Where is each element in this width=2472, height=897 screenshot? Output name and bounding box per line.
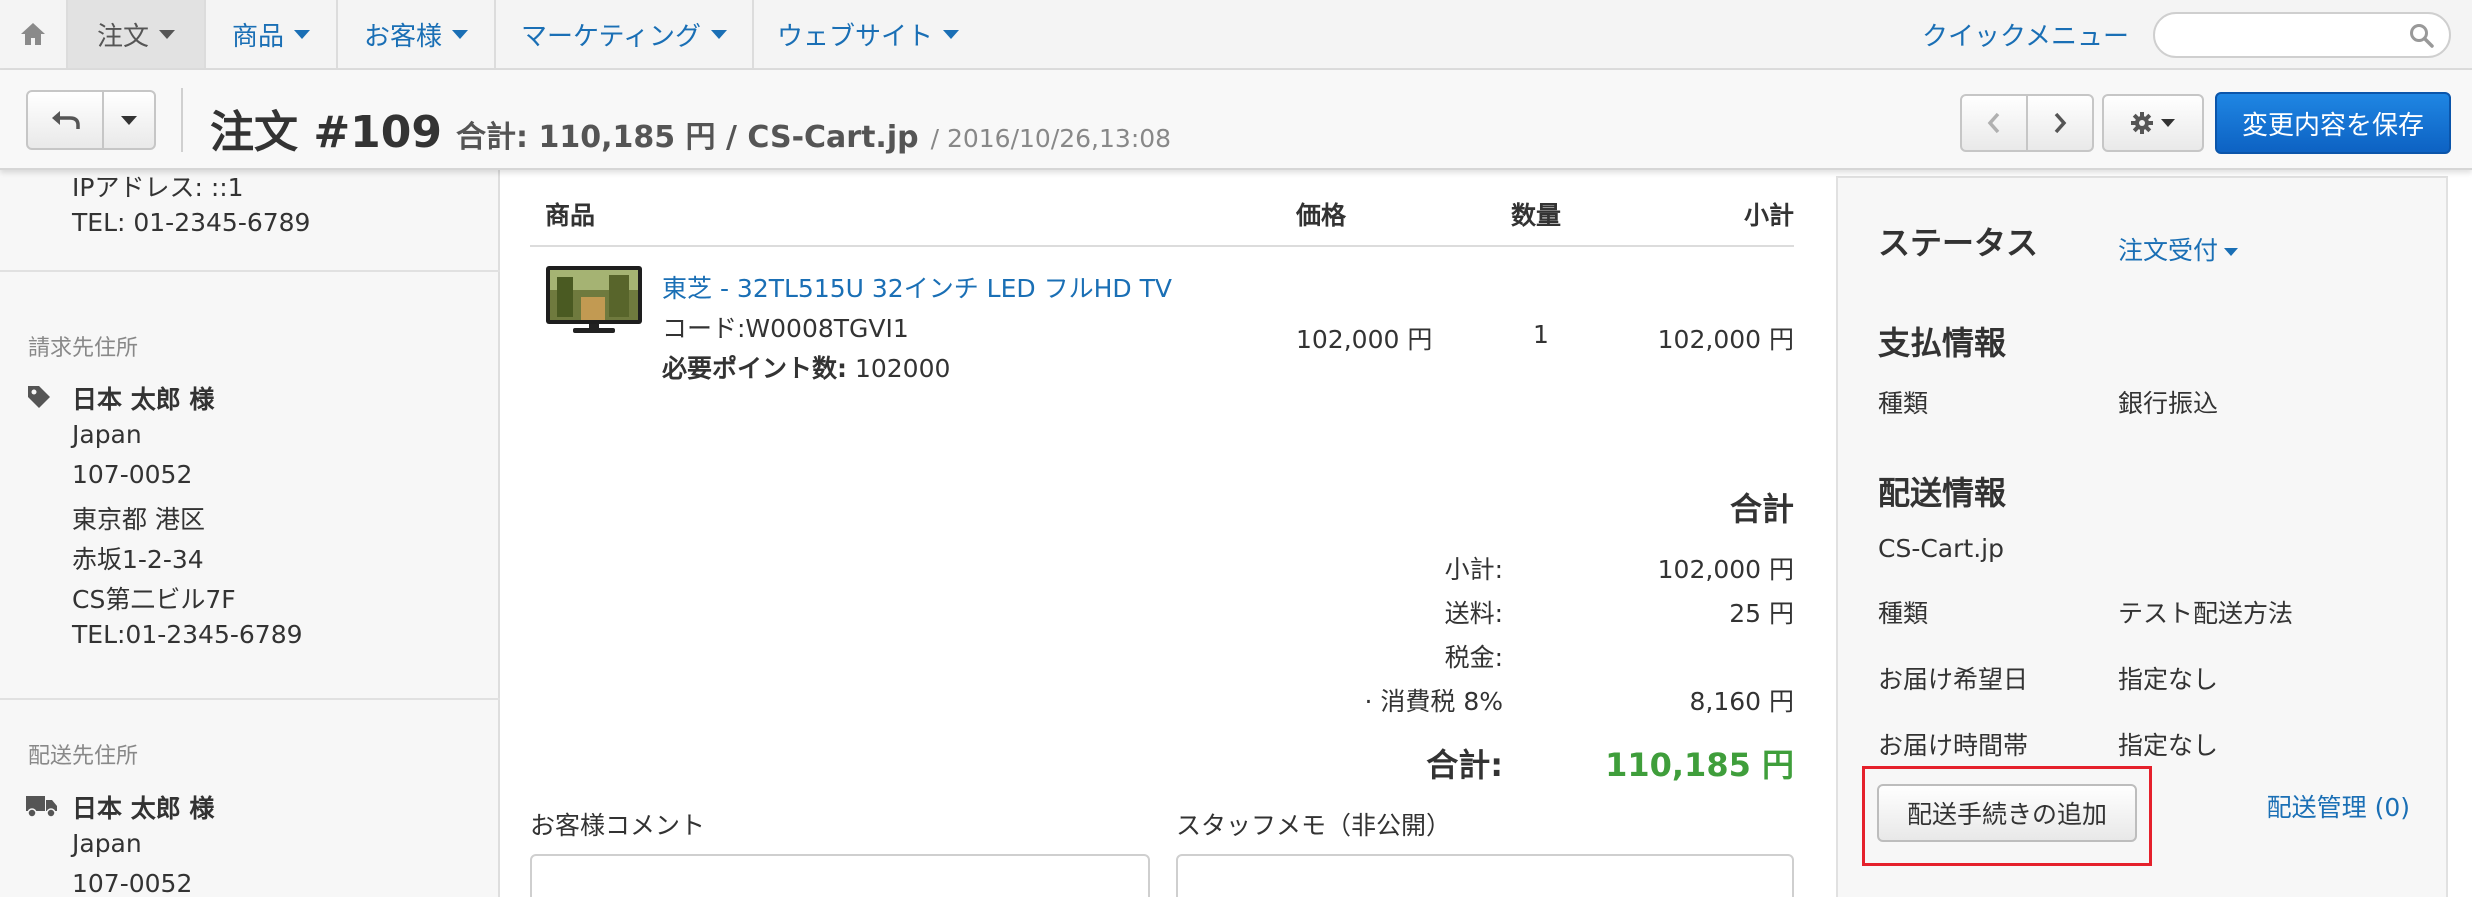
shipping-info-heading: 配送情報 <box>1878 474 2007 512</box>
search-box <box>2153 12 2451 58</box>
billing-address-line: 東京都 港区 <box>72 505 205 534</box>
delivery-date-value: 指定なし <box>2118 665 2219 694</box>
shipping-type-value: テスト配送方法 <box>2118 599 2294 628</box>
home-button[interactable] <box>0 0 66 68</box>
shipping-name: 日本 太郎 様 <box>72 794 215 823</box>
order-date: / 2016/10/26,13:08 <box>930 124 1172 153</box>
customer-phone: TEL: 01-2345-6789 <box>72 208 311 237</box>
nav-website[interactable]: ウェブサイト <box>754 0 982 68</box>
delivery-time-value: 指定なし <box>2118 731 2219 760</box>
caret-down-icon <box>452 29 468 39</box>
shipment-management-link[interactable]: 配送管理 (0) <box>2267 788 2410 824</box>
search-icon[interactable] <box>2409 23 2435 49</box>
caret-down-icon <box>2224 248 2239 256</box>
search-input[interactable] <box>2171 20 2401 50</box>
gear-icon <box>2131 112 2153 134</box>
chevron-right-icon <box>2054 112 2067 134</box>
billing-address-line: 107-0052 <box>72 460 193 489</box>
top-navbar: 注文 商品 お客様 マーケティング ウェブサイト クイックメニュー <box>0 0 2472 70</box>
back-menu-dropdown[interactable] <box>102 90 156 150</box>
totals-heading: 合計 <box>1729 490 1794 528</box>
billing-address-line: 赤坂1-2-34 <box>72 545 204 574</box>
undo-icon <box>52 111 80 129</box>
customer-comment-label: お客様コメント <box>530 811 706 840</box>
staff-memo-textarea[interactable] <box>1176 854 1794 897</box>
customer-info-sidebar: IPアドレス: ::1 TEL: 01-2345-6789 請求先住所 日本 太… <box>0 170 500 897</box>
grand-total-value: 110,185 円 <box>1605 746 1794 784</box>
caret-down-icon <box>159 29 175 39</box>
truck-icon <box>26 796 57 818</box>
page-title-group: 注文 #109 合計: 110,185 円 / CS-Cart.jp / 201… <box>210 96 1171 158</box>
shipping-cost-value: 25 円 <box>1729 599 1794 628</box>
caret-down-icon <box>943 29 959 39</box>
delivery-date-label: お届け希望日 <box>1878 665 2029 694</box>
product-price: 102,000 円 <box>1296 325 1433 354</box>
payment-type-value: 銀行振込 <box>2118 389 2219 418</box>
payment-info-heading: 支払情報 <box>1878 324 2007 362</box>
order-status-sidebar: ステータス 注文受付 支払情報 種類 銀行振込 配送情報 CS-Cart.jp … <box>1836 176 2448 897</box>
payment-type-label: 種類 <box>1878 389 1929 418</box>
subtotal-label: 小計: <box>1444 555 1503 584</box>
staff-memo-label: スタッフメモ（非公開） <box>1176 811 1452 840</box>
caret-down-icon <box>121 115 137 125</box>
product-subtotal: 102,000 円 <box>1657 325 1794 354</box>
subtotal-value: 102,000 円 <box>1657 555 1794 584</box>
next-order-button[interactable] <box>2026 94 2094 152</box>
shipping-address-line: 107-0052 <box>72 869 193 897</box>
consumption-tax-value: 8,160 円 <box>1689 687 1794 716</box>
ip-address: IPアドレス: ::1 <box>72 173 244 202</box>
page-title: 注文 #109 <box>210 107 443 158</box>
order-details-main: 商品 価格 数量 小計 東芝 - 32TL515U 32インチ LED フルHD… <box>500 170 1836 897</box>
shipping-type-label: 種類 <box>1878 599 1929 628</box>
consumption-tax-label: · 消費税 8% <box>1364 687 1503 716</box>
settings-dropdown-button[interactable] <box>2102 94 2204 152</box>
billing-address-line: CS第二ビル7F <box>72 585 236 614</box>
product-quantity: 1 <box>1533 320 1549 349</box>
nav-products[interactable]: 商品 <box>206 0 338 68</box>
caret-down-icon <box>710 29 727 39</box>
tag-icon <box>28 386 50 408</box>
billing-address-line: Japan <box>72 420 142 449</box>
caret-down-icon <box>2161 119 2175 127</box>
shipping-address-line: Japan <box>72 829 142 858</box>
divider <box>530 245 1794 247</box>
billing-name: 日本 太郎 様 <box>72 385 215 414</box>
column-header-subtotal: 小計 <box>1743 201 1794 230</box>
shipping-carrier: CS-Cart.jp <box>1878 534 2004 563</box>
column-header-quantity: 数量 <box>1511 201 1562 230</box>
add-shipment-button[interactable]: 配送手続きの追加 <box>1877 784 2137 842</box>
shipping-address-heading: 配送先住所 <box>28 744 139 769</box>
grand-total-label: 合計: <box>1426 746 1503 784</box>
status-heading: ステータス <box>1878 224 2039 262</box>
quick-menu-link[interactable]: クイックメニュー <box>1922 0 2129 68</box>
billing-address-heading: 請求先住所 <box>28 336 139 361</box>
status-dropdown[interactable]: 注文受付 <box>2118 231 2239 267</box>
delivery-time-label: お届け時間帯 <box>1878 731 2029 760</box>
product-code: コード:W0008TGVI1 <box>662 314 909 343</box>
save-changes-button[interactable]: 変更内容を保存 <box>2215 92 2451 154</box>
divider <box>0 698 500 700</box>
previous-order-button[interactable] <box>1960 94 2028 152</box>
customer-comment-textarea[interactable] <box>530 854 1150 897</box>
billing-address-line: TEL:01-2345-6789 <box>72 620 303 649</box>
column-header-price: 価格 <box>1296 201 1347 230</box>
product-name-link[interactable]: 東芝 - 32TL515U 32インチ LED フルHD TV <box>662 269 1172 305</box>
order-summary: 合計: 110,185 円 / CS-Cart.jp <box>456 120 919 155</box>
tax-label: 税金: <box>1444 643 1503 672</box>
home-icon <box>21 23 45 45</box>
shipping-cost-label: 送料: <box>1444 599 1503 628</box>
caret-down-icon <box>294 29 310 39</box>
back-button[interactable] <box>26 90 104 150</box>
action-bar: 注文 #109 合計: 110,185 円 / CS-Cart.jp / 201… <box>0 70 2472 170</box>
product-image[interactable] <box>545 265 643 335</box>
nav-marketing[interactable]: マーケティング <box>496 0 754 68</box>
chevron-left-icon <box>1987 112 2000 134</box>
product-points: 必要ポイント数: 102000 <box>662 354 951 383</box>
nav-orders[interactable]: 注文 <box>66 0 206 68</box>
column-header-product: 商品 <box>545 201 596 230</box>
divider <box>0 270 500 272</box>
divider <box>181 88 183 152</box>
nav-customers[interactable]: お客様 <box>338 0 496 68</box>
